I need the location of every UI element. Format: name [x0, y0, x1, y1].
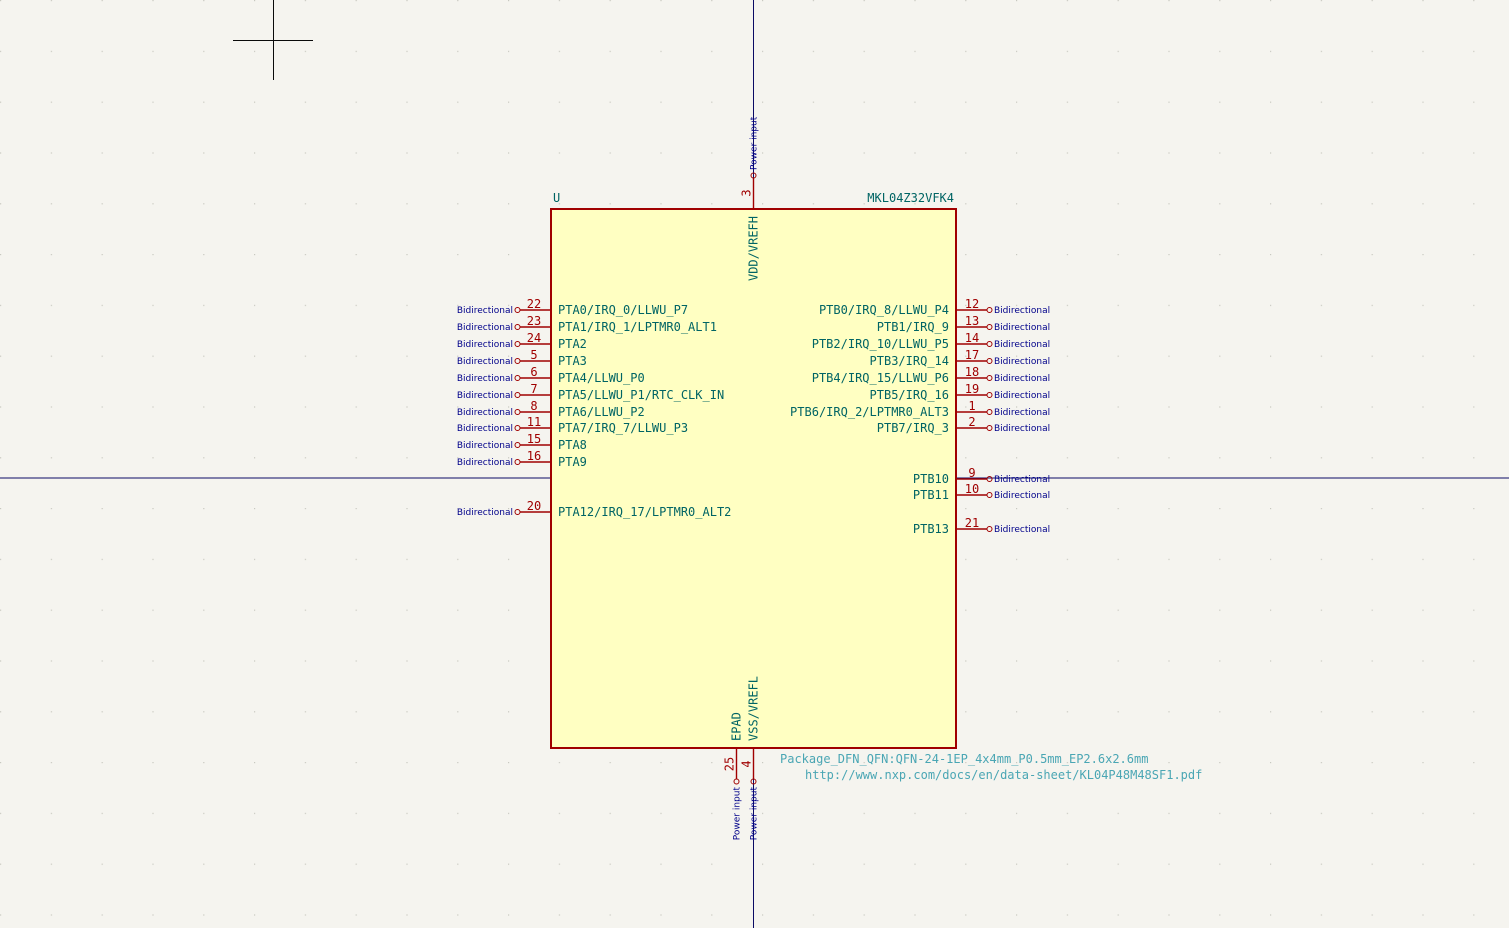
pin-name: PTA2	[558, 337, 587, 351]
pin-number: 19	[965, 382, 979, 396]
pin-electrical-type: Bidirectional	[457, 424, 513, 434]
datasheet-field[interactable]: http://www.nxp.com/docs/en/data-sheet/KL…	[805, 768, 1202, 782]
pin-number: 18	[965, 365, 979, 379]
pin-number: 24	[527, 331, 541, 345]
pin-name: PTA4/LLWU_P0	[558, 371, 645, 385]
pin-name: PTA8	[558, 438, 587, 452]
pin-electrical-type: Bidirectional	[457, 340, 513, 350]
pin-name: PTB7/IRQ_3	[877, 421, 949, 435]
pin-name: PTA12/IRQ_17/LPTMR0_ALT2	[558, 505, 731, 519]
pin-number: 17	[965, 348, 979, 362]
pin-electrical-type: Power input	[750, 787, 760, 841]
pin-electrical-type: Bidirectional	[457, 391, 513, 401]
pin-electrical-type: Bidirectional	[994, 340, 1050, 350]
pin-name: PTA9	[558, 455, 587, 469]
component-body[interactable]	[550, 208, 957, 749]
pin-number: 14	[965, 331, 979, 345]
pin-number: 23	[527, 314, 541, 328]
pin-name: PTB11	[913, 488, 949, 502]
pin-name: PTB1/IRQ_9	[877, 320, 949, 334]
pin-name: PTA5/LLWU_P1/RTC_CLK_IN	[558, 388, 724, 402]
pin-electrical-type: Bidirectional	[457, 374, 513, 384]
pin-name: VDD/VREFH	[747, 216, 761, 281]
pin-name: PTA0/IRQ_0/LLWU_P7	[558, 303, 688, 317]
pin-number: 13	[965, 314, 979, 328]
pin-name: VSS/VREFL	[747, 676, 761, 741]
pin-electrical-type: Bidirectional	[457, 408, 513, 418]
pin-electrical-type: Bidirectional	[994, 374, 1050, 384]
pin-number: 12	[965, 297, 979, 311]
pin-name: PTB3/IRQ_14	[870, 354, 949, 368]
pin-name: PTA7/IRQ_7/LLWU_P3	[558, 421, 688, 435]
pin-name: PTB5/IRQ_16	[870, 388, 949, 402]
pin-number: 21	[965, 516, 979, 530]
pin-number: 6	[530, 365, 537, 379]
pin-electrical-type: Bidirectional	[994, 408, 1050, 418]
pin-name: PTA6/LLWU_P2	[558, 405, 645, 419]
pin-electrical-type: Bidirectional	[994, 424, 1050, 434]
pin-electrical-type: Bidirectional	[994, 391, 1050, 401]
pin-electrical-type: Bidirectional	[457, 441, 513, 451]
pin-name: PTB2/IRQ_10/LLWU_P5	[812, 337, 949, 351]
pin-electrical-type: Bidirectional	[457, 357, 513, 367]
pin-name: PTB4/IRQ_15/LLWU_P6	[812, 371, 949, 385]
pin-name: PTB10	[913, 472, 949, 486]
pin-electrical-type: Bidirectional	[994, 525, 1050, 535]
pin-electrical-type: Bidirectional	[457, 323, 513, 333]
pin-number: 15	[527, 432, 541, 446]
pin-number: 16	[527, 449, 541, 463]
pin-number: 9	[968, 466, 975, 480]
pin-electrical-type: Bidirectional	[994, 323, 1050, 333]
pin-number: 5	[530, 348, 537, 362]
component-value[interactable]: MKL04Z32VFK4	[867, 191, 954, 205]
pin-name: PTA1/IRQ_1/LPTMR0_ALT1	[558, 320, 717, 334]
schematic-canvas[interactable]: U MKL04Z32VFK4 Package_DFN_QFN:QFN-24-1E…	[0, 0, 1509, 928]
pin-electrical-type: Bidirectional	[457, 508, 513, 518]
pin-electrical-type: Bidirectional	[994, 357, 1050, 367]
pin-number: 22	[527, 297, 541, 311]
pin-number: 1	[968, 399, 975, 413]
pin-electrical-type: Bidirectional	[994, 475, 1050, 485]
pin-number: 25	[723, 757, 737, 771]
pin-electrical-type: Power input	[750, 116, 760, 170]
pin-electrical-type: Power input	[733, 787, 743, 841]
pin-number: 10	[965, 482, 979, 496]
pin-electrical-type: Bidirectional	[457, 458, 513, 468]
pin-number: 11	[527, 415, 541, 429]
pin-number: 20	[527, 499, 541, 513]
footprint-field[interactable]: Package_DFN_QFN:QFN-24-1EP_4x4mm_P0.5mm_…	[780, 752, 1148, 766]
pin-electrical-type: Bidirectional	[994, 306, 1050, 316]
pin-name: PTB0/IRQ_8/LLWU_P4	[819, 303, 949, 317]
pin-number: 3	[740, 189, 754, 196]
pin-electrical-type: Bidirectional	[994, 491, 1050, 501]
pin-number: 2	[968, 415, 975, 429]
pin-name: PTB13	[913, 522, 949, 536]
pin-number: 4	[740, 760, 754, 767]
pin-number: 7	[530, 382, 537, 396]
pin-name: PTB6/IRQ_2/LPTMR0_ALT3	[790, 405, 949, 419]
pin-number: 8	[530, 399, 537, 413]
pin-name: PTA3	[558, 354, 587, 368]
reference-designator[interactable]: U	[553, 191, 560, 205]
pin-electrical-type: Bidirectional	[457, 306, 513, 316]
pin-name: EPAD	[730, 712, 744, 741]
